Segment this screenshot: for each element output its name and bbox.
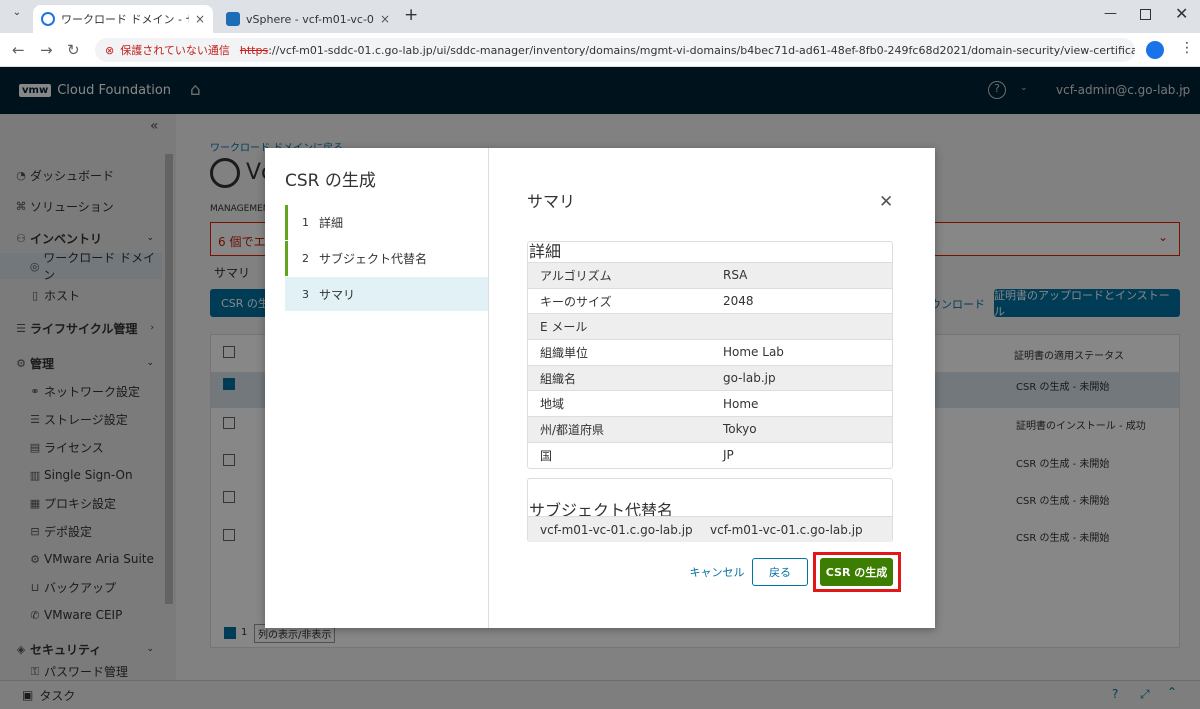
not-secure-icon: ⊗ [105, 43, 115, 57]
step-label: 詳細 [319, 216, 344, 230]
details-value: Home [723, 396, 759, 411]
url-text: ://vcf-m01-sddc-01.c.go-lab.jp/ui/sddc-m… [268, 43, 1135, 57]
details-key: 組織名 [540, 371, 577, 386]
step-number: 2 [302, 252, 309, 265]
details-row: 組織名 go-lab.jp [528, 364, 892, 391]
step-number: 3 [302, 287, 309, 301]
wizard-steps-panel: CSR の生成 1 詳細 2 サブジェクト代替名 3 サマリ [265, 148, 489, 628]
tab-list-button[interactable]: ⌄ [8, 7, 26, 25]
step-details[interactable]: 1 詳細 [285, 205, 488, 240]
address-bar[interactable]: ⊗ 保護されていない通信 https ://vcf-m01-sddc-01.c.… [95, 38, 1135, 62]
url-scheme: https [239, 43, 269, 57]
browser-tab-bar: ⌄ ワークロード ドメイン - セキュリティ × vSphere - vcf-m… [0, 0, 1200, 33]
browser-tab[interactable]: vSphere - vcf-m01-vc-01.c.go-l × [218, 5, 398, 33]
generate-csr-button[interactable]: CSR の生成 [820, 558, 893, 586]
details-value: RSA [723, 268, 748, 283]
browser-tab-active[interactable]: ワークロード ドメイン - セキュリティ × [33, 5, 213, 33]
san-row: vcf-m01-vc-01.c.go-lab.jp vcf-m01-vc-01.… [528, 516, 892, 542]
cancel-button[interactable]: キャンセル [677, 558, 757, 586]
details-row: E メール [528, 313, 892, 340]
step-number: 1 [302, 216, 309, 229]
close-icon[interactable]: ✕ [879, 192, 893, 212]
profile-icon[interactable] [1146, 41, 1164, 59]
vsphere-favicon-icon [226, 12, 240, 26]
minimize-button[interactable]: — [1104, 6, 1117, 21]
details-table: 詳細 アルゴリズム RSA キーのサイズ 2048 E メール 組織単位 Home Lab 組… [527, 241, 893, 469]
san-table: サブジェクト代替名 vcf-m01-vc-01.c.go-lab.jp vcf-… [527, 478, 893, 542]
vmware-favicon-icon [41, 12, 55, 26]
details-rows: アルゴリズム RSA キーのサイズ 2048 E メール組織単位 Home Lab 組織名 g… [528, 262, 892, 468]
close-icon[interactable]: × [195, 12, 205, 26]
step-label: サブジェクト代替名 [319, 252, 428, 266]
tab-title: vSphere - vcf-m01-vc-01.c.go-l [246, 12, 374, 26]
san-key: vcf-m01-vc-01.c.go-lab.jp [540, 522, 693, 537]
back-arrow-icon[interactable]: ← [12, 41, 25, 59]
details-value: 2048 [723, 294, 754, 309]
details-row: アルゴリズム RSA [528, 262, 892, 288]
step-san[interactable]: 2 サブジェクト代替名 [285, 241, 488, 276]
details-key: 州/都道府県 [540, 422, 605, 437]
step-summary[interactable]: 3 サマリ [285, 277, 488, 311]
details-key: 組織単位 [540, 345, 589, 360]
security-warning: 保護されていない通信 [120, 44, 230, 57]
close-icon[interactable]: × [380, 12, 390, 26]
maximize-button[interactable] [1140, 9, 1151, 20]
details-row: 組織単位 Home Lab [528, 339, 892, 365]
details-row: 州/都道府県 Tokyo [528, 416, 892, 442]
back-button[interactable]: 戻る [752, 558, 808, 586]
details-key: E メール [540, 320, 588, 335]
details-value: Home Lab [723, 345, 784, 360]
forward-arrow-icon[interactable]: → [40, 41, 53, 59]
details-value: Tokyo [723, 422, 757, 437]
summary-heading: サマリ [527, 192, 576, 211]
details-value: JP [723, 448, 734, 463]
details-row: キーのサイズ 2048 [528, 287, 892, 314]
wizard-title: CSR の生成 [285, 171, 376, 191]
details-heading: 詳細 [529, 242, 562, 261]
tab-title: ワークロード ドメイン - セキュリティ [61, 13, 189, 26]
san-value: vcf-m01-vc-01.c.go-lab.jp [710, 522, 863, 537]
new-tab-button[interactable]: + [404, 5, 418, 25]
details-key: キーのサイズ [540, 294, 612, 309]
step-label: サマリ [319, 287, 356, 302]
close-window-button[interactable]: ✕ [1175, 4, 1188, 23]
details-row: 地域 Home [528, 390, 892, 416]
reload-icon[interactable]: ↻ [67, 41, 80, 59]
details-row: 国 JP [528, 441, 892, 468]
details-value: go-lab.jp [723, 371, 776, 386]
csr-wizard-modal: CSR の生成 1 詳細 2 サブジェクト代替名 3 サマリ サマリ ✕ 詳細 アルゴ… [265, 148, 935, 628]
details-key: 国 [540, 448, 553, 463]
details-key: 地域 [540, 397, 565, 412]
details-key: アルゴリズム [540, 268, 612, 283]
browser-menu-icon[interactable]: ⋮ [1180, 40, 1194, 56]
